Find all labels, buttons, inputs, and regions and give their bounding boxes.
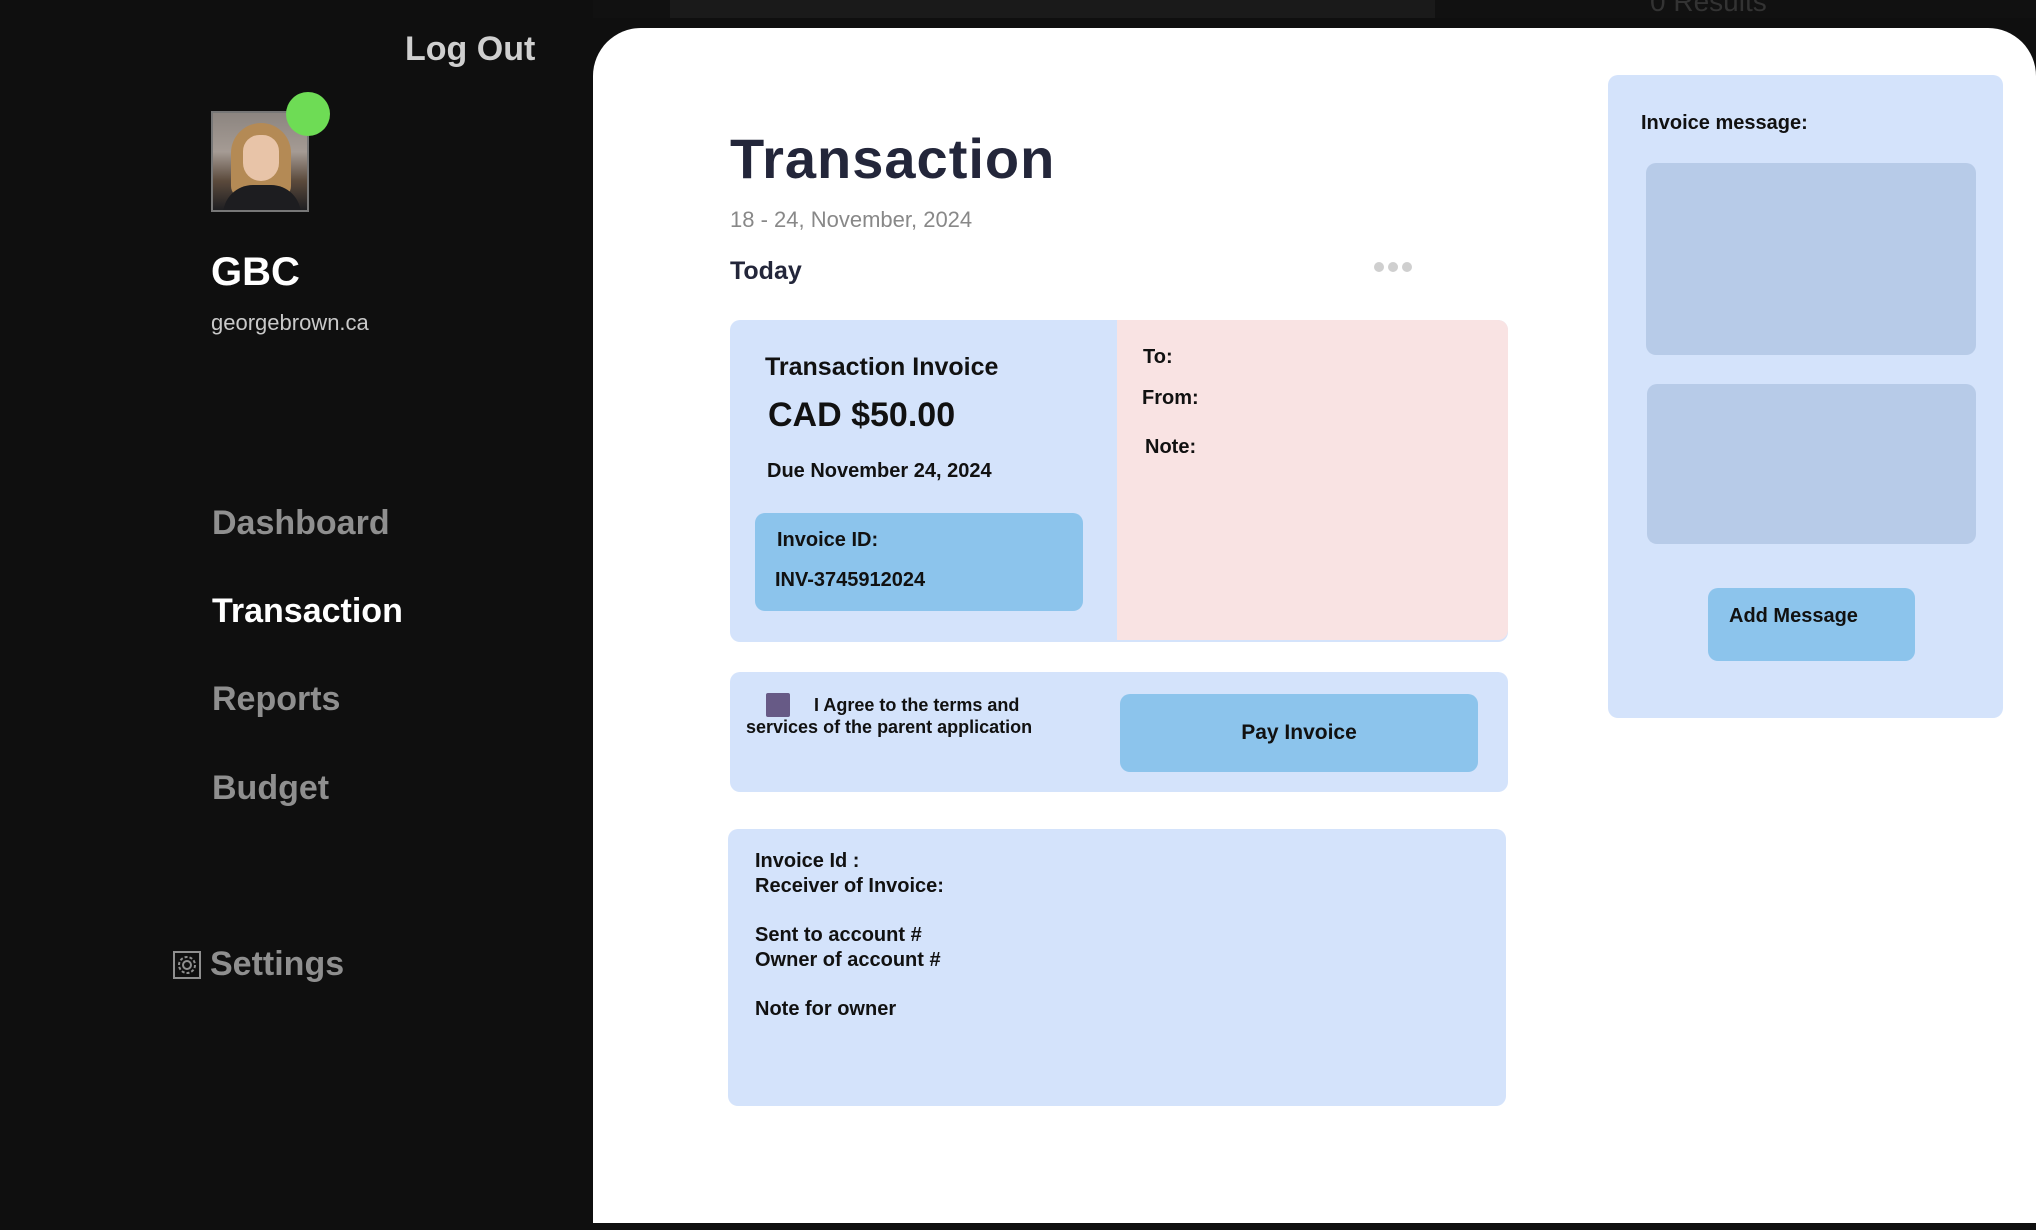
- top-strip-block: [670, 0, 1435, 18]
- pay-invoice-button[interactable]: Pay Invoice: [1120, 694, 1478, 772]
- sidebar: Log Out GBC georgebrown.ca Dashboard Tra…: [0, 0, 593, 1230]
- org-website: georgebrown.ca: [211, 310, 369, 335]
- results-count: 0 Results: [1650, 0, 1767, 17]
- page-title: Transaction: [730, 127, 1056, 190]
- settings-label: Settings: [210, 945, 345, 983]
- terms-text: I Agree to the terms and services of the…: [746, 695, 1033, 737]
- sidebar-item-transaction[interactable]: Transaction: [212, 592, 403, 631]
- invoice-details-card: Invoice Id : Receiver of Invoice: Sent t…: [728, 829, 1506, 1106]
- section-label-today: Today: [730, 257, 802, 285]
- to-label: To:: [1143, 346, 1173, 368]
- invoice-message-panel: Invoice message: Add Message: [1608, 75, 2003, 718]
- detail-owner-account: Owner of account #: [755, 949, 941, 971]
- avatar-face: [243, 135, 279, 181]
- date-range: 18 - 24, November, 2024: [730, 207, 973, 232]
- dot: [1374, 262, 1384, 272]
- dot: [1402, 262, 1412, 272]
- sidebar-item-settings[interactable]: Settings: [172, 945, 344, 984]
- gear-icon: [173, 950, 201, 979]
- invoice-id-box: Invoice ID: INV-3745912024: [755, 513, 1083, 611]
- recipient-box: To: From: Note:: [1117, 320, 1508, 640]
- invoice-card: Transaction Invoice CAD $50.00 Due Novem…: [730, 320, 1508, 642]
- sidebar-item-reports[interactable]: Reports: [212, 680, 340, 719]
- logout-button[interactable]: Log Out: [405, 30, 535, 69]
- detail-receiver: Receiver of Invoice:: [755, 875, 944, 897]
- detail-sent-to-account: Sent to account #: [755, 924, 922, 946]
- main-panel: Transaction 18 - 24, November, 2024 Toda…: [593, 28, 2036, 1223]
- agreement-card: I Agree to the terms and services of the…: [730, 672, 1508, 792]
- online-status-indicator: [286, 92, 330, 136]
- invoice-title: Transaction Invoice: [765, 353, 999, 381]
- detail-note-for-owner: Note for owner: [755, 998, 897, 1020]
- detail-invoice-id: Invoice Id :: [755, 850, 860, 872]
- dot: [1388, 262, 1398, 272]
- from-label: From:: [1142, 387, 1199, 409]
- invoice-message-label: Invoice message:: [1641, 112, 1808, 134]
- more-options-icon[interactable]: [1374, 262, 1412, 272]
- message-input-primary[interactable]: [1646, 163, 1976, 355]
- invoice-id-label: Invoice ID:: [777, 529, 879, 551]
- invoice-due-date: Due November 24, 2024: [767, 460, 992, 482]
- message-input-secondary[interactable]: [1647, 384, 1976, 544]
- sidebar-item-budget[interactable]: Budget: [212, 769, 329, 808]
- org-name: GBC: [211, 250, 300, 294]
- terms-checkbox[interactable]: [766, 693, 790, 717]
- invoice-amount: CAD $50.00: [768, 396, 956, 434]
- invoice-id-value: INV-3745912024: [775, 569, 926, 591]
- add-message-button[interactable]: Add Message: [1708, 588, 1915, 661]
- sidebar-item-dashboard[interactable]: Dashboard: [212, 504, 390, 543]
- note-label: Note:: [1145, 436, 1197, 458]
